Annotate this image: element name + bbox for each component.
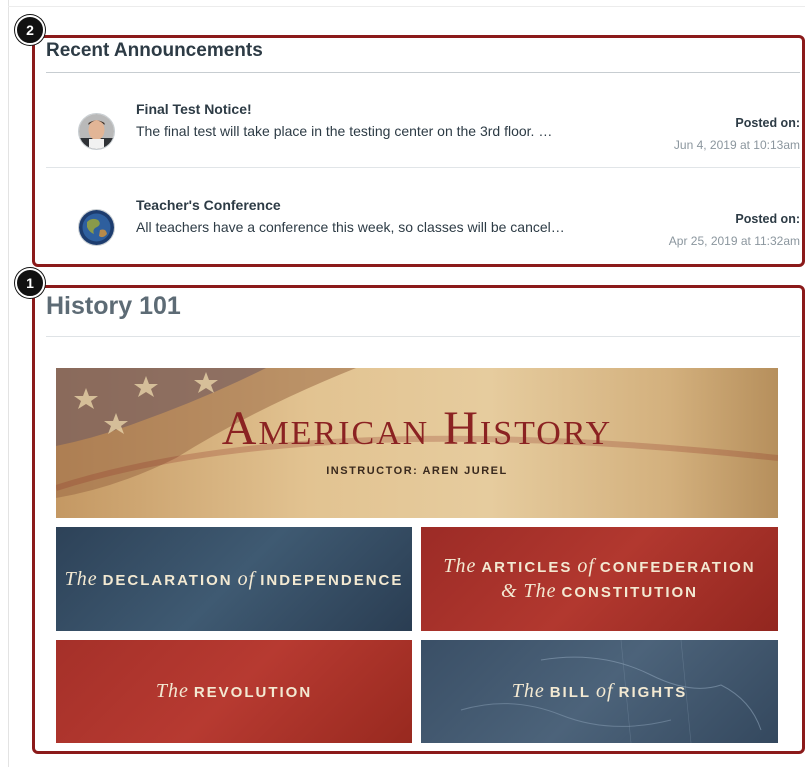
tile-word: of: [577, 555, 595, 577]
module-tile-declaration[interactable]: The DECLARATION of INDEPENDENCE: [56, 527, 412, 631]
tile-word: BILL: [549, 684, 592, 701]
banner-text: American History INSTRUCTOR: AREN JUREL: [222, 405, 612, 479]
page-left-border: [8, 0, 9, 767]
announcements-heading-divider: [46, 72, 800, 73]
banner-title: American History: [221, 402, 613, 456]
module-tile-revolution[interactable]: The REVOLUTION: [56, 640, 412, 743]
tile-word: REVOLUTION: [193, 684, 313, 701]
announcement-divider: [46, 167, 800, 168]
person-avatar-icon: [78, 113, 115, 150]
posted-date: Apr 25, 2019 at 11:32am: [668, 234, 800, 248]
course-banner: American History INSTRUCTOR: AREN JUREL: [56, 368, 778, 518]
globe-avatar-icon: [78, 209, 115, 246]
tile-word: of: [596, 680, 614, 702]
course-title: History 101: [46, 292, 181, 320]
announcement-title[interactable]: Teacher's Conference: [136, 197, 281, 213]
tile-word: ARTICLES: [481, 559, 573, 576]
announcement-item[interactable]: Teacher's Conference All teachers have a…: [46, 195, 800, 275]
announcement-message: All teachers have a conference this week…: [136, 219, 565, 235]
posted-on-label: Posted on:: [735, 116, 800, 130]
module-tile-articles[interactable]: The ARTICLES of CONFEDERATION & The CONS…: [421, 527, 778, 631]
callout-badge-2: 2: [15, 15, 45, 45]
module-tile-bill-of-rights[interactable]: The BILL of RIGHTS: [421, 640, 778, 743]
course-title-divider: [46, 336, 800, 337]
announcement-title[interactable]: Final Test Notice!: [136, 101, 252, 117]
tile-word: CONFEDERATION: [599, 559, 756, 576]
tile-word: DECLARATION: [102, 571, 233, 589]
announcements-heading: Recent Announcements: [46, 40, 263, 61]
tile-word: The: [443, 555, 477, 577]
tile-word: The: [511, 680, 545, 702]
callout-badge-1: 1: [15, 268, 45, 298]
tile-word: The: [155, 680, 189, 702]
tile-word: of: [237, 567, 256, 590]
tile-word: INDEPENDENCE: [260, 571, 404, 589]
banner-instructor: INSTRUCTOR: AREN JUREL: [326, 465, 508, 478]
tile-word: The: [64, 567, 98, 590]
announcement-message: The final test will take place in the te…: [136, 123, 553, 139]
posted-on-label: Posted on:: [735, 212, 800, 226]
tile-word: RIGHTS: [618, 684, 688, 701]
page-top-border: [8, 6, 805, 7]
posted-date: Jun 4, 2019 at 10:13am: [673, 138, 800, 152]
tile-word: & The: [500, 580, 557, 602]
tile-word: CONSTITUTION: [561, 584, 699, 601]
